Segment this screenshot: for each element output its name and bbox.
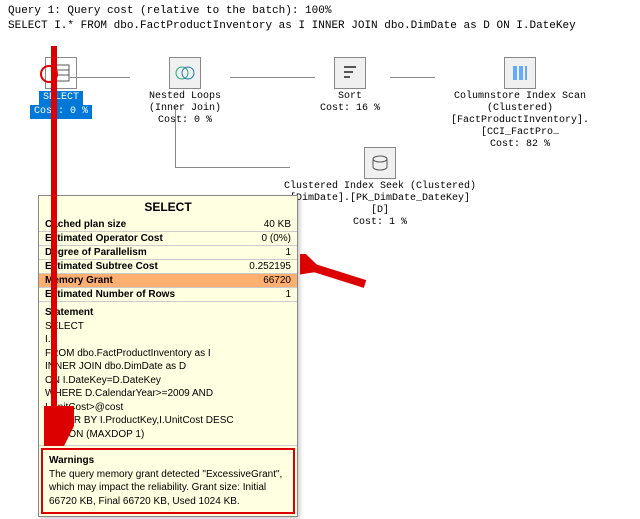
stmt-line: WHERE D.CalendarYear>=2009 AND xyxy=(45,387,291,401)
warnings-text: The query memory grant detected "Excessi… xyxy=(49,468,287,509)
seek-title: Clustered Index Seek (Clustered) xyxy=(280,181,480,193)
stmt-line: SELECT xyxy=(45,320,291,334)
stmt-line: I.UnitCost>@cost xyxy=(45,401,291,415)
plan-connector xyxy=(230,77,315,78)
tooltip-title: SELECT xyxy=(39,196,297,218)
tooltip-warnings: Warnings The query memory grant detected… xyxy=(41,448,295,514)
stmt-line: FROM dbo.FactProductInventory as I xyxy=(45,347,291,361)
plan-node-sort[interactable]: Sort Cost: 16 % xyxy=(310,57,390,115)
nested-loops-icon xyxy=(169,57,201,89)
prop-est-rows: Estimated Number of Rows 1 xyxy=(39,288,297,302)
operator-tooltip: SELECT Cached plan size 40 KB Estimated … xyxy=(38,195,298,517)
seek-obj: [DimDate].[PK_DimDate_DateKey] [D] xyxy=(280,193,480,217)
prop-cached-plan-size: Cached plan size 40 KB xyxy=(39,218,297,232)
prop-est-subtree-cost: Estimated Subtree Cost 0.252195 xyxy=(39,260,297,274)
seek-cost: Cost: 1 % xyxy=(280,217,480,229)
annotation-arrow-left xyxy=(300,254,370,294)
plan-node-index-seek[interactable]: Clustered Index Seek (Clustered) [DimDat… xyxy=(280,147,480,229)
stmt-line: OPTION (MAXDOP 1) xyxy=(45,428,291,442)
nested-title: Nested Loops xyxy=(130,91,240,103)
sort-title: Sort xyxy=(310,91,390,103)
prop-memory-grant: Memory Grant 66720 xyxy=(39,274,297,288)
query-sql-line: SELECT I.* FROM dbo.FactProductInventory… xyxy=(8,19,632,34)
index-seek-icon xyxy=(364,147,396,179)
plan-connector xyxy=(175,107,176,167)
nested-cost: Cost: 0 % xyxy=(130,115,240,127)
stmt-line: INNER JOIN dbo.DimDate as D xyxy=(45,360,291,374)
prop-dop: Degree of Parallelism 1 xyxy=(39,246,297,260)
columnstore-icon xyxy=(504,57,536,89)
plan-connector xyxy=(390,77,435,78)
sort-cost: Cost: 16 % xyxy=(310,103,390,115)
stmt-line: ORDER BY I.ProductKey,I.UnitCost DESC xyxy=(45,414,291,428)
query-header: Query 1: Query cost (relative to the bat… xyxy=(0,0,640,39)
nested-sub: (Inner Join) xyxy=(130,103,240,115)
plan-node-nested-loops[interactable]: Nested Loops (Inner Join) Cost: 0 % xyxy=(130,57,240,127)
plan-connector xyxy=(175,167,290,168)
plan-connector xyxy=(70,77,130,78)
prop-est-operator-cost: Estimated Operator Cost 0 (0%) xyxy=(39,232,297,246)
query-cost-line: Query 1: Query cost (relative to the bat… xyxy=(8,4,632,19)
plan-node-columnstore-scan[interactable]: Columnstore Index Scan (Clustered) [Fact… xyxy=(430,57,610,151)
stmt-line: ON I.DateKey=D.DateKey xyxy=(45,374,291,388)
annotation-arrow-down xyxy=(44,46,74,446)
colscan-title: Columnstore Index Scan (Clustered) xyxy=(430,91,610,115)
tooltip-statement: Statement SELECT I.* FROM dbo.FactProduc… xyxy=(39,302,297,446)
sort-icon xyxy=(334,57,366,89)
stmt-line: I.* xyxy=(45,333,291,347)
colscan-obj: [FactProductInventory].[CCI_FactPro… xyxy=(430,115,610,139)
